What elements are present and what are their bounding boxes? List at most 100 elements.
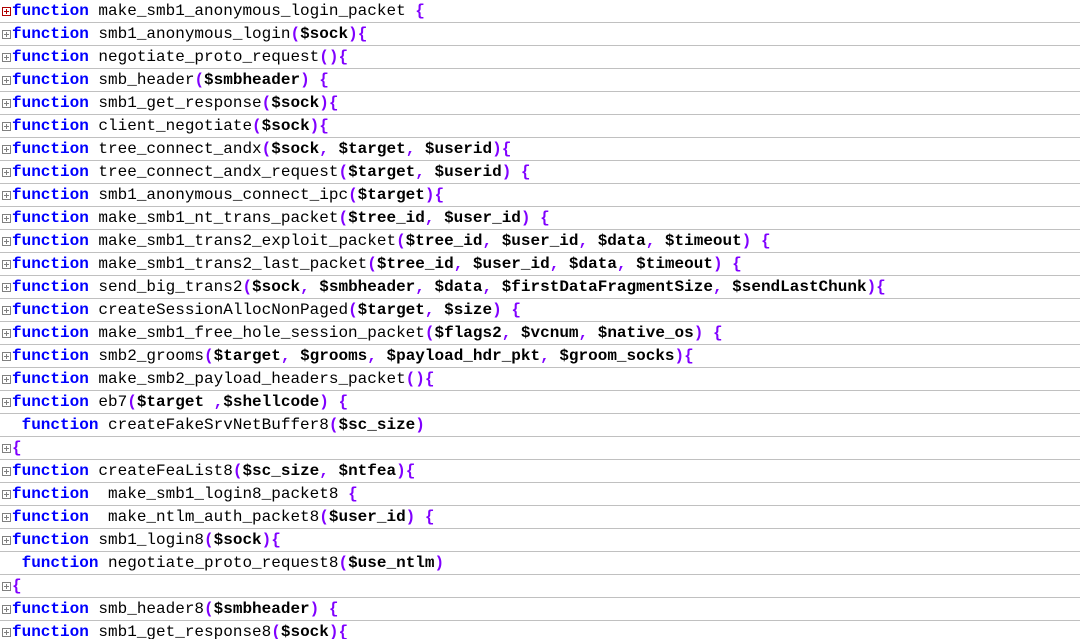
fold-plus-icon[interactable] (2, 352, 11, 361)
code-content[interactable]: { (12, 437, 1080, 460)
code-content[interactable]: function make_smb1_anonymous_login_packe… (12, 0, 1080, 23)
fold-plus-icon[interactable] (2, 398, 11, 407)
token-punct: , (454, 255, 473, 273)
fold-gutter[interactable] (0, 145, 12, 154)
code-content[interactable]: function eb7($target ,$shellcode) { (12, 391, 1080, 414)
fold-plus-icon[interactable] (2, 99, 11, 108)
fold-plus-icon[interactable] (2, 628, 11, 637)
token-var: $user_id (502, 232, 579, 250)
fold-plus-icon[interactable] (2, 260, 11, 269)
fold-gutter[interactable] (0, 628, 12, 637)
code-content[interactable]: function smb1_anonymous_login($sock){ (12, 23, 1080, 46)
code-content[interactable]: function smb_header8($smbheader) { (12, 598, 1080, 621)
fold-gutter[interactable] (0, 99, 12, 108)
fold-plus-icon[interactable] (2, 214, 11, 223)
fold-gutter[interactable] (0, 237, 12, 246)
fold-plus-icon[interactable] (2, 536, 11, 545)
token-brace: { (338, 623, 348, 639)
fold-gutter[interactable] (0, 329, 12, 338)
fold-plus-icon[interactable] (2, 122, 11, 131)
fold-plus-icon[interactable] (2, 329, 11, 338)
code-content[interactable]: function make_smb1_trans2_exploit_packet… (12, 230, 1080, 253)
fold-plus-icon[interactable] (2, 306, 11, 315)
fold-gutter[interactable] (0, 306, 12, 315)
token-punct: , (482, 232, 501, 250)
token-brace: { (329, 94, 339, 112)
code-content[interactable]: function tree_connect_andx($sock, $targe… (12, 138, 1080, 161)
code-content[interactable]: function smb1_get_response($sock){ (12, 92, 1080, 115)
fold-plus-icon[interactable] (2, 490, 11, 499)
code-line: function negotiate_proto_request(){ (0, 46, 1080, 69)
token-punct: , (617, 255, 636, 273)
code-content[interactable]: function negotiate_proto_request(){ (12, 46, 1080, 69)
fold-gutter[interactable] (0, 398, 12, 407)
fold-gutter[interactable] (0, 260, 12, 269)
fold-plus-icon[interactable] (2, 76, 11, 85)
fold-gutter[interactable] (0, 444, 12, 453)
fold-gutter[interactable] (0, 352, 12, 361)
fold-plus-icon[interactable] (2, 30, 11, 39)
token-var: $data (434, 278, 482, 296)
fold-gutter[interactable] (0, 536, 12, 545)
fold-gutter[interactable] (0, 513, 12, 522)
fold-plus-icon[interactable] (2, 53, 11, 62)
token-name: tree_connect_andx_request (89, 163, 339, 181)
fold-plus-icon[interactable] (2, 375, 11, 384)
fold-gutter[interactable] (0, 605, 12, 614)
fold-plus-icon[interactable] (2, 283, 11, 292)
fold-gutter[interactable] (0, 168, 12, 177)
fold-plus-icon[interactable] (2, 444, 11, 453)
token-var: $tree_id (377, 255, 454, 273)
fold-gutter[interactable] (0, 7, 12, 16)
code-content[interactable]: function client_negotiate($sock){ (12, 115, 1080, 138)
code-content[interactable]: function smb_header($smbheader) { (12, 69, 1080, 92)
code-content[interactable]: function make_smb2_payload_headers_packe… (12, 368, 1080, 391)
token-var: $user_id (473, 255, 550, 273)
fold-gutter[interactable] (0, 467, 12, 476)
code-content[interactable]: function smb1_get_response8($sock){ (12, 621, 1080, 639)
token-kw: function (12, 324, 89, 342)
token-punct: , (415, 163, 434, 181)
fold-gutter[interactable] (0, 30, 12, 39)
fold-gutter[interactable] (0, 122, 12, 131)
fold-plus-icon[interactable] (2, 582, 11, 591)
fold-plus-icon[interactable] (2, 145, 11, 154)
fold-plus-icon[interactable] (2, 168, 11, 177)
code-content[interactable]: function tree_connect_andx_request($targ… (12, 161, 1080, 184)
code-content[interactable]: function make_smb1_trans2_last_packet($t… (12, 253, 1080, 276)
fold-plus-icon[interactable] (2, 237, 11, 246)
code-content[interactable]: { (12, 575, 1080, 598)
fold-plus-icon[interactable] (2, 7, 11, 16)
code-content[interactable]: function smb1_login8($sock){ (12, 529, 1080, 552)
code-content[interactable]: function send_big_trans2($sock, $smbhead… (12, 276, 1080, 299)
code-content[interactable]: function createSessionAllocNonPaged($tar… (12, 299, 1080, 322)
code-content[interactable]: function make_smb1_login8_packet8 { (12, 483, 1080, 506)
fold-gutter[interactable] (0, 490, 12, 499)
code-content[interactable]: function smb1_anonymous_connect_ipc($tar… (12, 184, 1080, 207)
fold-gutter[interactable] (0, 283, 12, 292)
token-name: negotiate_proto_request8 (98, 554, 338, 572)
token-var: $data (598, 232, 646, 250)
code-content[interactable]: function createFeaList8($sc_size, $ntfea… (12, 460, 1080, 483)
token-brace: { (511, 301, 521, 319)
token-punct: , (214, 393, 224, 411)
code-content[interactable]: function createFakeSrvNetBuffer8($sc_siz… (12, 414, 1080, 437)
code-content[interactable]: function make_smb1_free_hole_session_pac… (12, 322, 1080, 345)
fold-gutter[interactable] (0, 582, 12, 591)
fold-gutter[interactable] (0, 375, 12, 384)
fold-plus-icon[interactable] (2, 513, 11, 522)
code-content[interactable]: function make_ntlm_auth_packet8($user_id… (12, 506, 1080, 529)
fold-plus-icon[interactable] (2, 605, 11, 614)
code-content[interactable]: function make_smb1_nt_trans_packet($tree… (12, 207, 1080, 230)
fold-gutter[interactable] (0, 214, 12, 223)
fold-gutter[interactable] (0, 191, 12, 200)
token-brace: { (348, 485, 358, 503)
fold-gutter[interactable] (0, 53, 12, 62)
code-content[interactable]: function smb2_grooms($target, $grooms, $… (12, 345, 1080, 368)
code-content[interactable]: function negotiate_proto_request8($use_n… (12, 552, 1080, 575)
fold-plus-icon[interactable] (2, 467, 11, 476)
fold-plus-icon[interactable] (2, 191, 11, 200)
token-var: $timeout (665, 232, 742, 250)
token-kw: function (12, 462, 89, 480)
fold-gutter[interactable] (0, 76, 12, 85)
